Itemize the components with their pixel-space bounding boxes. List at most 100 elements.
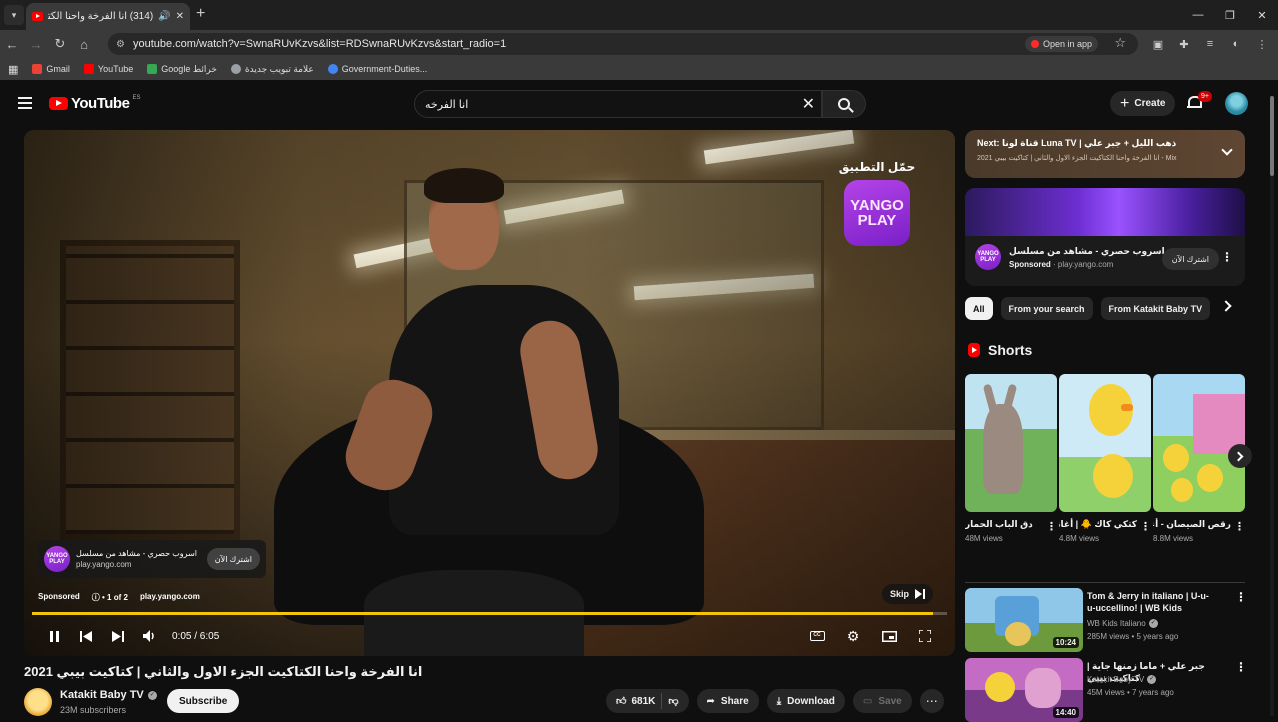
open-in-app-button[interactable]: Open in app — [1024, 36, 1098, 52]
chevron-down-icon[interactable] — [1221, 144, 1233, 156]
short-item[interactable]: دق الباب الحمار 48M views ⋮ — [965, 374, 1057, 543]
subscribe-button[interactable]: Subscribe — [167, 689, 240, 713]
back-arrow-icon[interactable]: ← — [0, 37, 24, 52]
filter-chips: All From your search From Katakit Baby T… — [965, 297, 1211, 320]
chip-from-search[interactable]: From your search — [1000, 297, 1093, 320]
forward-arrow-icon[interactable]: → — [24, 37, 48, 52]
tab-search-button[interactable]: ▾ — [4, 5, 24, 25]
account-avatar[interactable] — [1225, 92, 1248, 115]
video-thumbnail[interactable]: 14:40 — [965, 658, 1083, 722]
chip-from-channel[interactable]: From Katakit Baby TV — [1100, 297, 1211, 320]
playlist-next-panel[interactable]: Next: قناة لونا Luna TV | ذهب الليل + جب… — [965, 130, 1245, 178]
volume-button[interactable] — [134, 626, 166, 646]
chips-next-icon[interactable] — [1220, 300, 1232, 312]
address-bar[interactable]: ⚙ youtube.com/watch?v=SwnaRUvKzvs&list=R… — [108, 33, 1138, 55]
mix-subtitle: Mix - انا الفرخة واحنا الكتاكيت الجزء ال… — [977, 155, 1177, 162]
bookmark-gmail[interactable]: Gmail — [32, 64, 70, 74]
chip-all[interactable]: All — [965, 297, 993, 320]
channel-avatar[interactable] — [24, 688, 52, 716]
minimize-button[interactable]: — — [1182, 0, 1214, 30]
extension-icon[interactable]: ▣ — [1148, 34, 1168, 54]
bookmark-google-maps[interactable]: Google خرائط — [147, 64, 217, 75]
bookmark-star-icon[interactable]: ☆ — [1114, 35, 1126, 51]
browser-tab-bar: ▾ (314) انا الفرخة واحنا الكتاكيت 🔊 ✕ + … — [0, 0, 1278, 30]
ad-title: اسروب حصري - مشاهد من مسلسل — [1009, 245, 1165, 256]
ad-more-icon[interactable]: ⋮ — [1221, 250, 1233, 264]
ad-overlay-card[interactable]: YANGO PLAY اسروب حصري - مشاهد من مسلسل pl… — [38, 540, 266, 578]
reload-icon[interactable]: ↻ — [48, 36, 72, 52]
puzzle-icon[interactable]: ✚ — [1174, 34, 1194, 54]
bookmark-government[interactable]: Government-Duties... — [327, 64, 427, 74]
search-button[interactable] — [822, 90, 866, 118]
youtube-logo[interactable]: YouTube ES — [49, 95, 140, 112]
share-button[interactable]: ➦ Share — [696, 689, 759, 713]
new-tab-button[interactable]: + — [196, 5, 205, 23]
miniplayer-icon — [881, 630, 897, 642]
next-button[interactable] — [102, 626, 134, 646]
page-scrollbar[interactable] — [1270, 96, 1274, 716]
fullscreen-button[interactable] — [909, 626, 941, 646]
previous-button[interactable] — [70, 626, 102, 646]
ad-cta-button[interactable]: اشترك الآن — [1161, 248, 1219, 270]
captions-button[interactable]: CC — [801, 626, 833, 646]
short-title: رقص الصيصان - أغاني الانشودة كرتي — [1153, 519, 1231, 529]
short-item[interactable]: كتكي كاك 🐥 | أغاني أطفال 🐥 4.8M views ⋮ — [1059, 374, 1151, 543]
site-info-icon[interactable]: ⚙ — [116, 39, 125, 50]
settings-button[interactable]: ⚙ — [837, 626, 869, 646]
ad-banner-image[interactable] — [965, 188, 1245, 236]
bookmark-new-tab[interactable]: علامة تبويب جديدة — [230, 64, 314, 75]
speaker-icon[interactable]: 🔊 — [158, 11, 170, 22]
recommended-video[interactable]: 10:24 Tom & Jerry in italiano | U-u-u-uc… — [965, 588, 1247, 652]
scrollbar-thumb[interactable] — [1270, 96, 1274, 176]
home-icon[interactable]: ⌂ — [72, 37, 96, 52]
video-thumbnail[interactable]: 10:24 — [965, 588, 1083, 652]
save-button[interactable]: ▭ Save — [852, 689, 912, 713]
short-more-icon[interactable]: ⋮ — [1046, 520, 1057, 533]
download-icon: ⤓ — [776, 695, 782, 707]
apps-grid-icon[interactable]: ▦ — [8, 63, 18, 76]
url-text: youtube.com/watch?v=SwnaRUvKzvs&list=RDS… — [132, 38, 507, 50]
bookmark-youtube[interactable]: YouTube — [83, 64, 133, 74]
fullscreen-icon — [919, 630, 931, 642]
pause-button[interactable] — [38, 626, 70, 646]
video-player[interactable]: حمّل التطبيق YANGO PLAY YANGO PLAY اسروب … — [24, 130, 955, 656]
skip-ad-button[interactable]: Skip — [882, 584, 934, 604]
profile-icon[interactable]: ◐ — [1226, 34, 1246, 54]
shorts-next-button[interactable] — [1228, 444, 1252, 468]
short-thumbnail[interactable] — [1153, 374, 1245, 512]
channel-name[interactable]: Katakit Baby TV ✓ — [60, 689, 157, 701]
channel-name: WB Kids Italiano ✓ — [1087, 619, 1158, 628]
miniplayer-button[interactable] — [873, 626, 905, 646]
close-window-button[interactable]: ✕ — [1246, 0, 1278, 30]
menu-icon[interactable]: ⋮ — [1252, 34, 1272, 54]
progress-bar[interactable] — [32, 612, 947, 615]
video-more-icon[interactable]: ⋮ — [1235, 660, 1247, 674]
open-in-app-label: Open in app — [1042, 39, 1092, 49]
ad-cta-button[interactable]: اشترك الآن — [206, 548, 260, 570]
restore-button[interactable]: ❐ — [1214, 0, 1246, 30]
sidebar-ad[interactable]: YANGO PLAY اسروب حصري - مشاهد من مسلسل Sp… — [965, 188, 1245, 286]
video-title: انا الفرخة واحنا الكتاكيت الجزء الاول وا… — [24, 664, 423, 679]
short-more-icon[interactable]: ⋮ — [1140, 520, 1151, 533]
download-button[interactable]: ⤓ Download — [766, 689, 845, 713]
dislike-button[interactable]: 👎︎ — [668, 695, 678, 707]
more-actions-button[interactable]: ⋯ — [919, 689, 944, 713]
close-tab-icon[interactable]: ✕ — [176, 11, 184, 22]
short-thumbnail[interactable] — [1059, 374, 1151, 512]
hamburger-menu-icon[interactable] — [18, 97, 32, 109]
media-icon[interactable]: ≡ — [1200, 34, 1220, 54]
ad-domain-link[interactable]: play.yango.com — [140, 592, 200, 603]
clear-search-icon[interactable]: ✕ — [802, 94, 815, 114]
browser-tab-active[interactable]: (314) انا الفرخة واحنا الكتاكيت 🔊 ✕ — [26, 3, 190, 30]
bookmarks-bar: ▦ Gmail YouTube Google خرائط علامة تبويب… — [0, 58, 1278, 80]
video-more-icon[interactable]: ⋮ — [1235, 590, 1247, 604]
create-button[interactable]: + Create — [1110, 91, 1176, 116]
gmail-icon — [32, 64, 43, 74]
search-input[interactable]: انا الفرخه ✕ — [414, 90, 822, 118]
subscriber-count: 23M subscribers — [60, 705, 127, 715]
recommended-video[interactable]: 14:40 جبر علي + ماما زمنها جاية | كتاكيت… — [965, 658, 1247, 722]
youtube-play-icon — [49, 97, 68, 110]
short-more-icon[interactable]: ⋮ — [1234, 520, 1245, 533]
like-button[interactable]: 👍︎ 681K — [616, 695, 655, 708]
short-thumbnail[interactable] — [965, 374, 1057, 512]
